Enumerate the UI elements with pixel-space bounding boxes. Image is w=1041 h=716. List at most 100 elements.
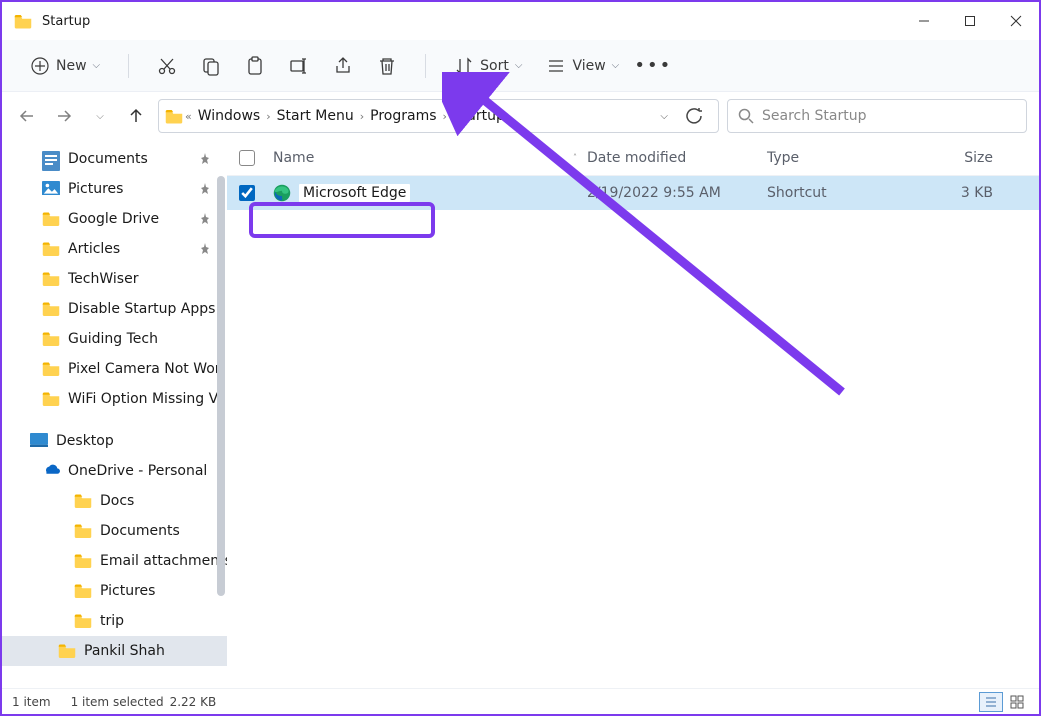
divider	[425, 54, 426, 78]
sidebar-item[interactable]: Guiding Tech	[2, 324, 227, 354]
toolbar: New ⌵ Sort ⌵ View ⌵ •••	[2, 40, 1039, 92]
folder-icon	[42, 361, 60, 377]
share-icon	[333, 56, 353, 76]
sidebar-item-label: Google Drive	[68, 211, 159, 227]
edge-icon	[273, 184, 291, 202]
view-button[interactable]: View ⌵	[536, 48, 629, 84]
scrollbar-thumb[interactable]	[217, 176, 225, 596]
sidebar-item[interactable]: TechWiser	[2, 264, 227, 294]
sidebar-item-label: trip	[100, 613, 124, 629]
file-date: 2/19/2022 9:55 AM	[587, 185, 767, 201]
copy-icon	[201, 56, 221, 76]
file-name: Microsoft Edge	[299, 184, 410, 202]
scissors-icon	[157, 56, 177, 76]
sidebar-item-onedrive[interactable]: OneDrive - Personal	[2, 456, 227, 486]
folder-icon	[165, 108, 183, 124]
breadcrumb-item[interactable]: Windows	[194, 108, 265, 124]
folder-icon	[74, 553, 92, 569]
search-box[interactable]	[727, 99, 1027, 133]
column-header-row: Name˄ Date modified Type Size	[227, 140, 1039, 176]
breadcrumb-item[interactable]: Startup	[449, 108, 509, 124]
breadcrumb-item[interactable]: Start Menu	[273, 108, 358, 124]
pin-icon	[199, 243, 211, 255]
title-bar: Startup	[2, 2, 1039, 40]
up-button[interactable]	[122, 102, 150, 130]
cut-button[interactable]	[147, 48, 187, 84]
status-bar: 1 item 1 item selected 2.22 KB	[2, 688, 1039, 714]
desktop-icon	[30, 433, 48, 449]
navigation-row: ⌵ « Windows › Start Menu › Programs › St…	[2, 92, 1039, 140]
sidebar-item[interactable]: Documents	[2, 144, 227, 174]
column-header-date[interactable]: Date modified	[587, 150, 767, 166]
sidebar-item-label: Pixel Camera Not Wor	[68, 361, 221, 377]
forward-button[interactable]	[50, 102, 78, 130]
back-button[interactable]	[14, 102, 42, 130]
folder-icon	[42, 271, 60, 287]
status-selected: 1 item selected	[71, 695, 164, 709]
sort-button[interactable]: Sort ⌵	[444, 48, 532, 84]
folder-icon	[74, 523, 92, 539]
refresh-button[interactable]	[676, 108, 712, 124]
column-header-name[interactable]: Name˄	[267, 150, 587, 166]
share-button[interactable]	[323, 48, 363, 84]
chevron-down-icon: ⌵	[515, 60, 523, 71]
file-row[interactable]: Microsoft Edge 2/19/2022 9:55 AM Shortcu…	[227, 176, 1039, 210]
copy-button[interactable]	[191, 48, 231, 84]
maximize-button[interactable]	[947, 2, 993, 40]
chevron-icon: ›	[264, 110, 272, 123]
sidebar-item-desktop[interactable]: Desktop	[2, 426, 227, 456]
rename-button[interactable]	[279, 48, 319, 84]
folder-icon	[14, 13, 32, 29]
sidebar-item[interactable]: Pixel Camera Not Wor	[2, 354, 227, 384]
sidebar-item-label: Documents	[100, 523, 180, 539]
sidebar-item[interactable]: Disable Startup Apps	[2, 294, 227, 324]
sidebar-item[interactable]: Pictures	[2, 174, 227, 204]
sidebar-item[interactable]: Articles	[2, 234, 227, 264]
view-label: View	[572, 58, 605, 74]
sidebar-item[interactable]: WiFi Option Missing V	[2, 384, 227, 414]
select-all-checkbox[interactable]	[227, 150, 267, 166]
sidebar-item-label: TechWiser	[68, 271, 138, 287]
scrollbar[interactable]	[215, 140, 227, 688]
sidebar-item[interactable]: Documents	[2, 516, 227, 546]
address-dropdown[interactable]: ⌵	[652, 111, 676, 122]
divider	[128, 54, 129, 78]
sidebar-item-selected[interactable]: Pankil Shah	[2, 636, 227, 666]
folder-icon	[42, 391, 60, 407]
details-view-button[interactable]	[979, 692, 1003, 712]
thumbnails-view-button[interactable]	[1005, 692, 1029, 712]
folder-icon	[42, 241, 60, 257]
column-header-type[interactable]: Type	[767, 150, 917, 166]
search-input[interactable]	[762, 108, 1016, 124]
sidebar-item-label: Pictures	[68, 181, 123, 197]
search-icon	[738, 108, 754, 124]
sidebar-item[interactable]: Docs	[2, 486, 227, 516]
minimize-button[interactable]	[901, 2, 947, 40]
recent-button[interactable]: ⌵	[86, 102, 114, 130]
breadcrumb-item[interactable]: Programs	[366, 108, 440, 124]
file-checkbox[interactable]	[239, 185, 255, 201]
sidebar-item[interactable]: trip	[2, 606, 227, 636]
sidebar-item[interactable]: Google Drive	[2, 204, 227, 234]
more-button[interactable]: •••	[633, 48, 673, 84]
sidebar-item-label: Email attachments	[100, 553, 227, 569]
delete-button[interactable]	[367, 48, 407, 84]
view-icon	[546, 56, 566, 76]
chevron-icon: ›	[358, 110, 366, 123]
sidebar-item[interactable]: Pictures	[2, 576, 227, 606]
folder-icon	[74, 583, 92, 599]
address-bar[interactable]: « Windows › Start Menu › Programs › Star…	[158, 99, 719, 133]
column-header-size[interactable]: Size	[917, 150, 1017, 166]
sidebar-item-label: WiFi Option Missing V	[68, 391, 218, 407]
sidebar-item[interactable]: Email attachments	[2, 546, 227, 576]
sort-icon	[454, 56, 474, 76]
onedrive-icon	[42, 463, 60, 479]
new-button[interactable]: New ⌵	[20, 48, 110, 84]
close-button[interactable]	[993, 2, 1039, 40]
paste-button[interactable]	[235, 48, 275, 84]
navigation-pane: Documents Pictures Google Drive Articles Tec…	[2, 140, 227, 688]
folder-icon	[58, 643, 76, 659]
sidebar-item-label: Pictures	[100, 583, 155, 599]
folder-icon	[42, 211, 60, 227]
chevron-down-icon: ⌵	[612, 60, 620, 71]
